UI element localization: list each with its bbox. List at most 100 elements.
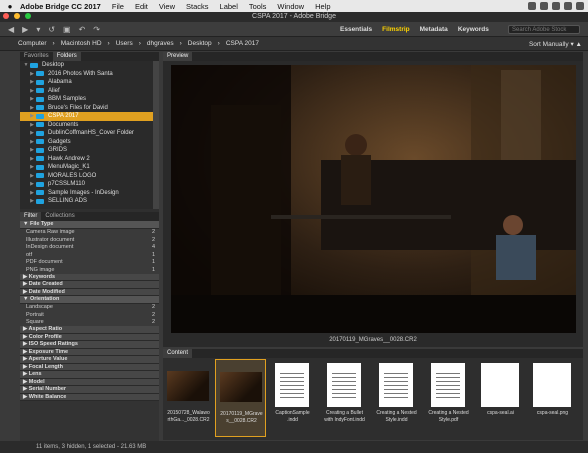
thumbnail[interactable]: 20150728_Walawo rthGa..._0028.CR2: [163, 359, 214, 437]
sync-icon[interactable]: [540, 2, 548, 10]
filter-category[interactable]: ▶ ISO Speed Ratings: [20, 341, 159, 349]
disclosure-closed-icon[interactable]: ▶: [28, 198, 36, 204]
thumbnail[interactable]: Creating a Nested Style.pdf: [423, 359, 474, 437]
disclosure-closed-icon[interactable]: ▶: [28, 147, 36, 153]
filter-item[interactable]: Camera Raw image 2: [20, 228, 159, 236]
clock-icon[interactable]: [576, 2, 584, 10]
filter-category[interactable]: ▶ Aspect Ratio: [20, 326, 159, 334]
wifi-icon[interactable]: [552, 2, 560, 10]
filter-category[interactable]: ▶ Model: [20, 378, 159, 386]
menu-item-view[interactable]: View: [159, 2, 175, 11]
filter-item[interactable]: PDF document 1: [20, 258, 159, 266]
menu-item-file[interactable]: File: [112, 2, 124, 11]
filter-category-file-type[interactable]: ▼ File Type: [20, 221, 159, 229]
forward-button[interactable]: ▶: [22, 25, 28, 34]
disclosure-closed-icon[interactable]: ▶: [28, 173, 36, 179]
folder-row[interactable]: ▶ CSPA 2017: [20, 112, 153, 121]
apple-menu-icon[interactable]: ●: [0, 2, 20, 11]
filter-category[interactable]: ▶ Date Created: [20, 281, 159, 289]
disclosure-closed-icon[interactable]: ▶: [28, 105, 36, 111]
folder-row[interactable]: ▶ Documents: [20, 121, 153, 130]
menu-item-window[interactable]: Window: [277, 2, 304, 11]
folder-row[interactable]: ▶ MenuMagic_K1: [20, 163, 153, 172]
filter-category[interactable]: ▶ White Balance: [20, 393, 159, 401]
breadcrumb-item[interactable]: Computer: [18, 40, 47, 47]
folder-row[interactable]: ▶ 2016 Photos With Santa: [20, 70, 153, 79]
disclosure-closed-icon[interactable]: ▶: [28, 130, 36, 136]
tab-preview[interactable]: Preview: [163, 52, 193, 61]
disclosure-closed-icon[interactable]: ▶: [28, 122, 36, 128]
folder-row[interactable]: ▼ Desktop: [20, 61, 153, 70]
folder-row[interactable]: ▶ BBM Samples: [20, 95, 153, 104]
folder-row[interactable]: ▶ Alabama: [20, 78, 153, 87]
tab-filter[interactable]: Filter: [20, 212, 42, 221]
sort-dropdown[interactable]: Sort Manually ▾ ▲: [529, 40, 582, 48]
filter-item[interactable]: otf 1: [20, 251, 159, 259]
folder-row[interactable]: ▶ MORALES LOGO: [20, 172, 153, 181]
folder-row[interactable]: ▶ GRIDS: [20, 146, 153, 155]
thumbnail[interactable]: cspa-seal.ai: [475, 359, 526, 437]
tab-folders[interactable]: Folders: [52, 52, 81, 61]
search-input[interactable]: Search Adobe Stock: [508, 25, 580, 34]
breadcrumb-item[interactable]: Desktop: [188, 40, 212, 47]
disclosure-closed-icon[interactable]: ▶: [28, 181, 36, 187]
preview-image[interactable]: [171, 65, 576, 333]
tab-favorites[interactable]: Favorites: [20, 52, 53, 61]
filter-category-orientation[interactable]: ▼ Orientation: [20, 296, 159, 304]
camera-import-button[interactable]: ▣: [63, 25, 71, 34]
disclosure-closed-icon[interactable]: ▶: [28, 156, 36, 162]
rotate-left-icon[interactable]: ↶: [79, 25, 86, 34]
filter-item[interactable]: InDesign document 4: [20, 243, 159, 251]
folder-row[interactable]: ▶ p7CSSLM110: [20, 180, 153, 189]
disclosure-closed-icon[interactable]: ▶: [28, 96, 36, 102]
workspace-keywords[interactable]: Keywords: [453, 24, 494, 35]
workspace-essentials[interactable]: Essentials: [335, 24, 377, 35]
disclosure-closed-icon[interactable]: ▶: [28, 79, 36, 85]
filter-item[interactable]: PNG image 1: [20, 266, 159, 274]
folder-row[interactable]: ▶ Sample Images - InDesign: [20, 189, 153, 198]
tab-collections[interactable]: Collections: [41, 212, 78, 221]
back-button[interactable]: ◀: [8, 25, 14, 34]
folder-row[interactable]: ▶ Gadgets: [20, 138, 153, 147]
menu-item-edit[interactable]: Edit: [135, 2, 148, 11]
folder-row[interactable]: ▶ SELLING ADS: [20, 197, 153, 206]
filter-category[interactable]: ▶ Lens: [20, 371, 159, 379]
dropbox-icon[interactable]: [528, 2, 536, 10]
thumbnail[interactable]: cspa-seal.png: [527, 359, 578, 437]
workspace-metadata[interactable]: Metadata: [415, 24, 453, 35]
filter-category[interactable]: ▶ Date Modified: [20, 288, 159, 296]
workspace-filmstrip[interactable]: Filmstrip: [377, 24, 414, 35]
filter-item[interactable]: Portrait 2: [20, 311, 159, 319]
disclosure-closed-icon[interactable]: ▶: [28, 164, 36, 170]
disclosure-closed-icon[interactable]: ▶: [28, 88, 36, 94]
breadcrumb-item[interactable]: dhgraves: [147, 40, 174, 47]
filter-category[interactable]: ▶ Serial Number: [20, 386, 159, 394]
folder-row[interactable]: ▶ Hawk Andrew 2: [20, 155, 153, 164]
filter-item[interactable]: Landscape 2: [20, 303, 159, 311]
filter-item[interactable]: Illustrator document 2: [20, 236, 159, 244]
menu-item-label[interactable]: Label: [220, 2, 238, 11]
thumbnail[interactable]: 20170119_MGrave s__0028.CR2: [215, 359, 266, 437]
folder-row[interactable]: ▶ Bruce's Files for David: [20, 104, 153, 113]
disclosure-open-icon[interactable]: ▼: [22, 62, 30, 68]
rotate-right-icon[interactable]: ↷: [93, 25, 100, 34]
thumbnail[interactable]: Creating a Nested Style.indd: [371, 359, 422, 437]
thumbnail[interactable]: Creating a Bullet with IndyFont.indd: [319, 359, 370, 437]
recent-folder-button[interactable]: ▾: [36, 25, 40, 34]
return-button[interactable]: ↺: [48, 25, 55, 34]
disclosure-closed-icon[interactable]: ▶: [28, 113, 36, 119]
folder-row[interactable]: ▶ Alief: [20, 87, 153, 96]
menu-item-help[interactable]: Help: [315, 2, 330, 11]
tab-content[interactable]: Content: [163, 349, 193, 358]
breadcrumb-item[interactable]: CSPA 2017: [226, 40, 259, 47]
disclosure-closed-icon[interactable]: ▶: [28, 71, 36, 77]
filter-category[interactable]: ▶ Exposure Time: [20, 348, 159, 356]
filter-item[interactable]: Square 2: [20, 318, 159, 326]
filter-category[interactable]: ▶ Color Profile: [20, 333, 159, 341]
thumbnail[interactable]: CaptionSample .indd: [267, 359, 318, 437]
filter-category[interactable]: ▶ Focal Length: [20, 363, 159, 371]
battery-icon[interactable]: [564, 2, 572, 10]
breadcrumb-item[interactable]: Macintosh HD: [61, 40, 102, 47]
filter-category[interactable]: ▶ Aperture Value: [20, 356, 159, 364]
folder-row[interactable]: ▶ DublinCoffmanHS_Cover Folder: [20, 129, 153, 138]
